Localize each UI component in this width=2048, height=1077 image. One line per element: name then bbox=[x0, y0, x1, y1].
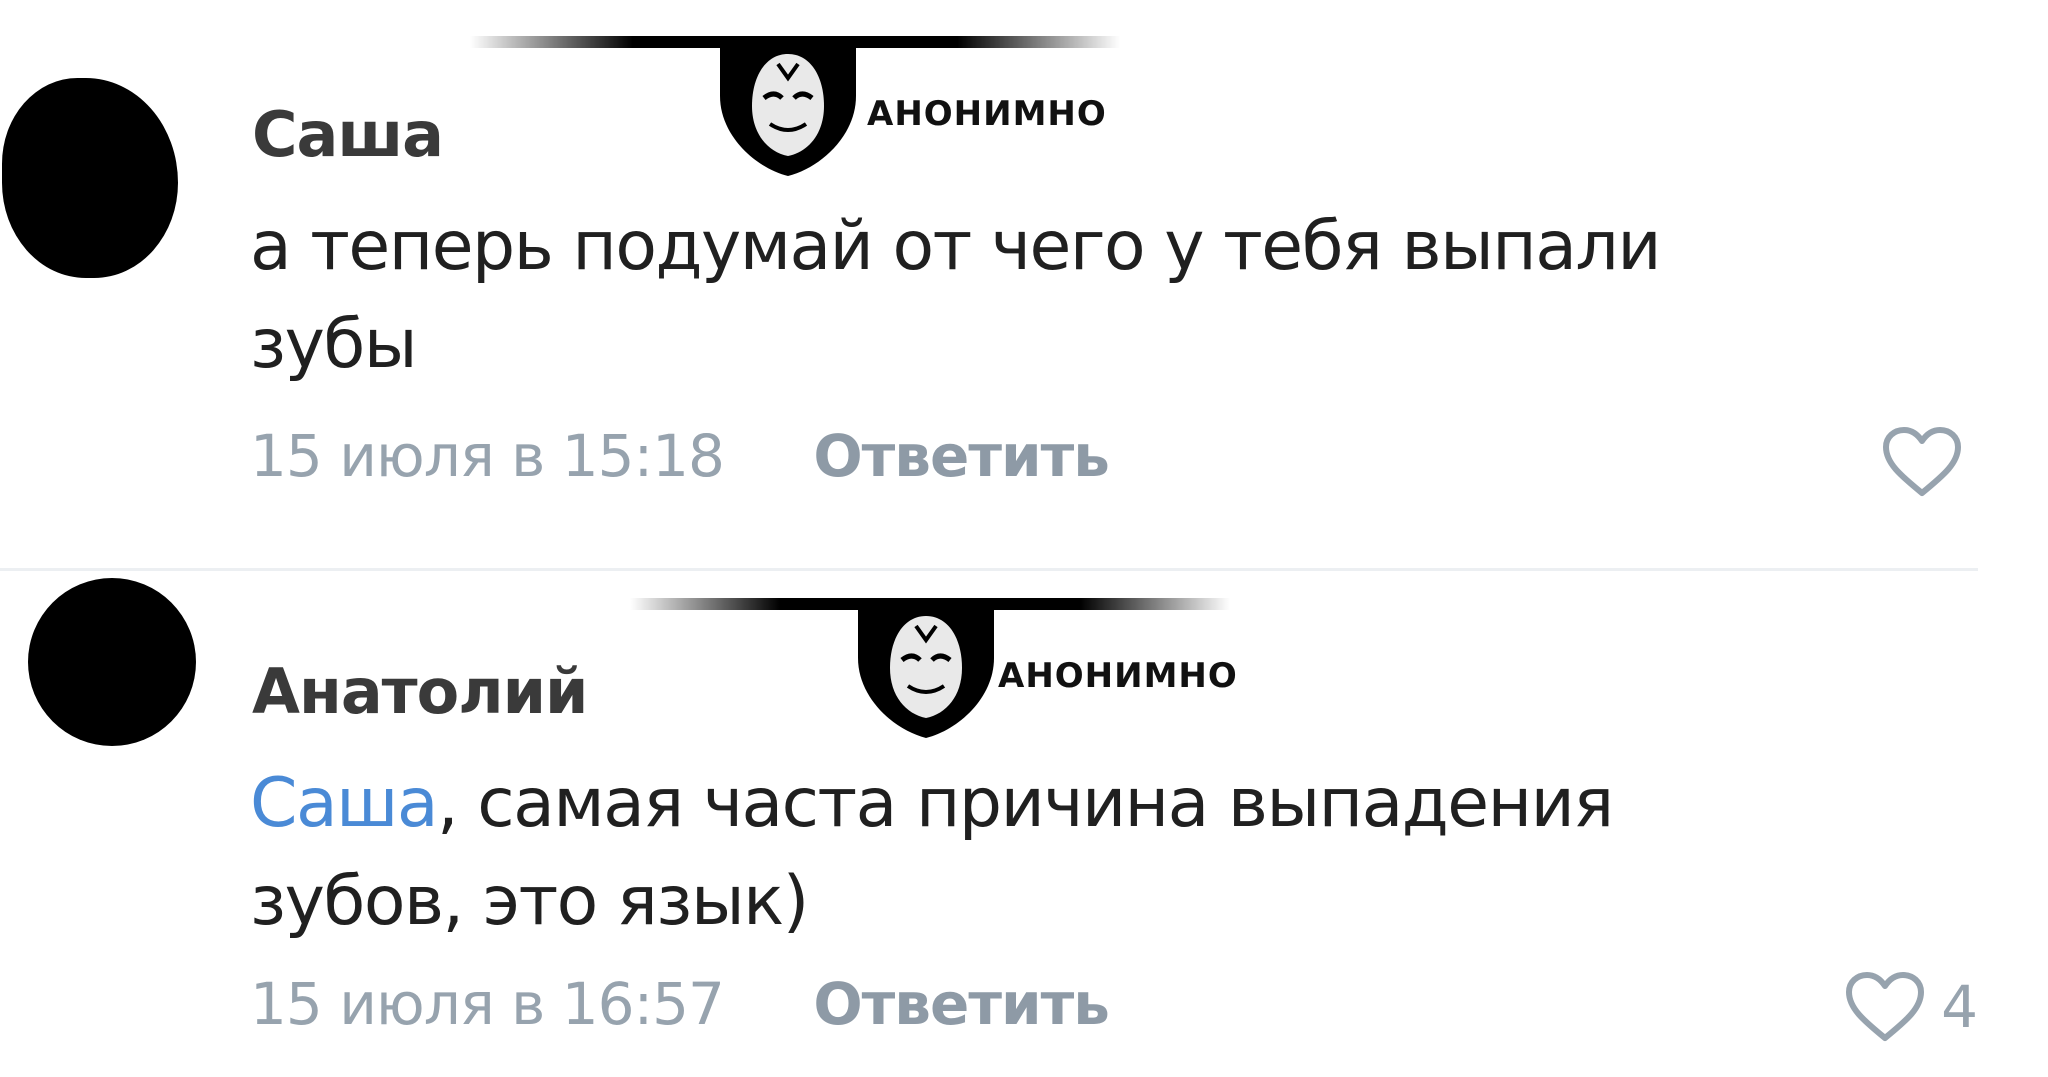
avatar[interactable] bbox=[2, 78, 178, 278]
anonymous-label: АНОНИМНО bbox=[867, 94, 1107, 134]
like-count: 4 bbox=[1941, 973, 1978, 1041]
heart-icon bbox=[1846, 972, 1925, 1041]
comment-meta: 15 июля в 15:18 Ответить bbox=[250, 422, 1110, 490]
heart-icon bbox=[1883, 427, 1961, 496]
reply-button[interactable]: Ответить bbox=[813, 970, 1110, 1038]
reply-button[interactable]: Ответить bbox=[813, 422, 1110, 490]
mention-link[interactable]: Саша bbox=[250, 764, 439, 843]
anonymous-mask-icon bbox=[858, 598, 994, 738]
comment-author[interactable]: Анатолий bbox=[252, 655, 588, 728]
comment-date[interactable]: 15 июля в 15:18 bbox=[250, 422, 725, 490]
comment-date[interactable]: 15 июля в 16:57 bbox=[250, 970, 725, 1038]
avatar[interactable] bbox=[28, 578, 196, 746]
comment-text: а теперь подумай от чего у тебя выпали з… bbox=[250, 198, 1830, 394]
anonymous-mask-icon bbox=[720, 36, 856, 176]
anonymous-sticker: АНОНИМНО bbox=[470, 36, 1120, 176]
anonymous-sticker: АНОНИМНО bbox=[630, 598, 1237, 738]
anonymous-label: АНОНИМНО bbox=[998, 656, 1238, 696]
comment-meta: 15 июля в 16:57 Ответить bbox=[250, 970, 1110, 1038]
comment-body: а теперь подумай от чего у тебя выпали з… bbox=[250, 207, 1662, 384]
comment-body: , самая часта причина выпадения зубов, э… bbox=[250, 764, 1614, 941]
comment-text: Саша, самая часта причина выпадения зубо… bbox=[250, 755, 1830, 951]
comment-author[interactable]: Саша bbox=[252, 98, 444, 171]
like-button[interactable]: 4 bbox=[1843, 970, 1978, 1044]
like-button[interactable] bbox=[1880, 425, 1978, 499]
